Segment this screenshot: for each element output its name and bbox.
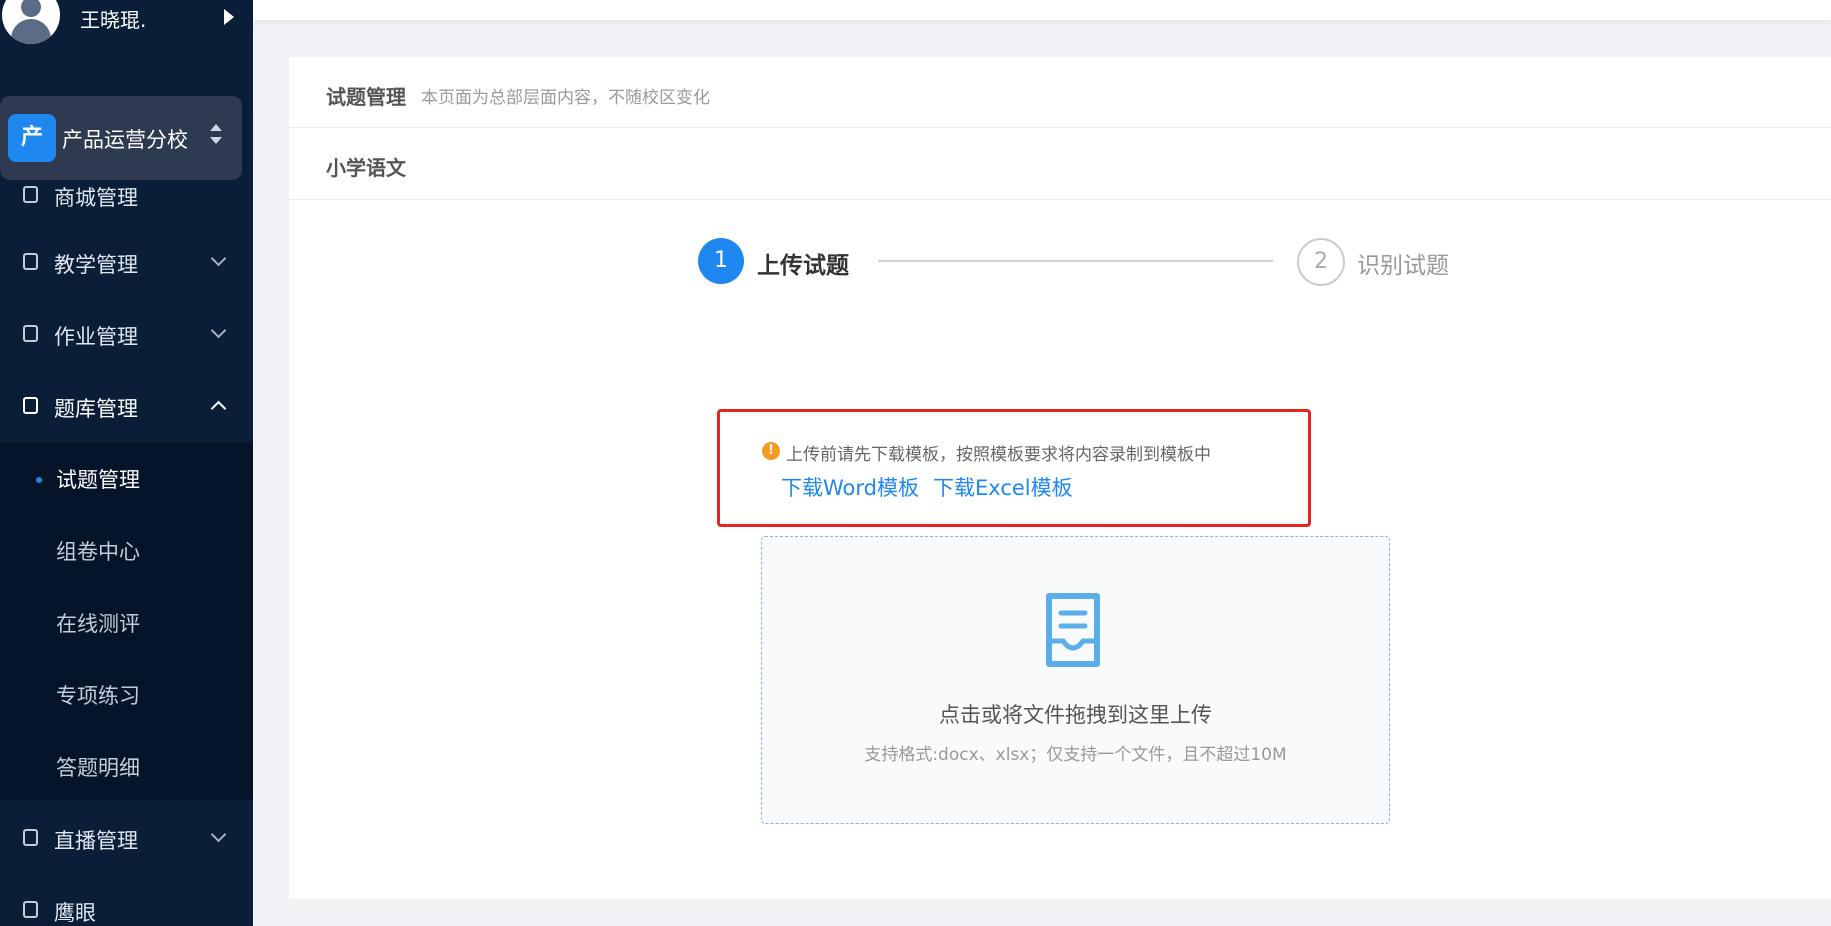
chevron-down-icon [210,826,227,843]
sidebar-item-eagle-eye[interactable]: 鹰眼 [0,875,253,926]
main-card: 试题管理 本页面为总部层面内容，不随校区变化 小学语文 1 上传试题 2 识别试… [289,57,1831,899]
sidebar-item-label: 组卷中心 [56,540,140,564]
sidebar-item-special-practice[interactable]: 专项练习 [0,658,253,730]
sidebar-item-label: 鹰眼 [54,901,96,925]
step-1-number: 1 [698,238,744,284]
sidebar-item-paper-center[interactable]: 组卷中心 [0,514,253,586]
homework-icon [23,325,38,342]
sidebar-item-question-management[interactable]: 试题管理 [0,442,253,514]
campus-name: 产品运营分校 [62,128,188,152]
campus-switcher[interactable]: 产 产品运营分校 [0,96,242,180]
sidebar-item-label: 专项练习 [56,684,140,708]
chevron-down-icon [210,322,227,339]
user-profile[interactable]: 王晓琨. [0,0,253,44]
live-icon [23,829,38,846]
step-1-label: 上传试题 [757,253,849,279]
template-notice: ! 上传前请先下载模板，按照模板要求将内容录制到模板中 下载Word模板 下载E… [717,409,1311,527]
user-name: 王晓琨. [80,8,147,32]
sidebar-item-live[interactable]: 直播管理 [0,803,253,875]
chevron-down-icon [210,250,227,267]
page-title: 试题管理 [326,85,406,109]
download-word-template-link[interactable]: 下载Word模板 [781,472,919,502]
upload-instruction: 点击或将文件拖拽到这里上传 [939,703,1212,727]
sidebar-item-label: 答题明细 [56,756,140,780]
campus-badge: 产 [8,114,56,162]
document-upload-icon [1046,593,1100,667]
notice-text: 上传前请先下载模板，按照模板要求将内容录制到模板中 [786,445,1211,465]
upload-dropzone[interactable]: 点击或将文件拖拽到这里上传 支持格式:docx、xlsx；仅支持一个文件，且不超… [761,536,1390,824]
sidebar-item-answer-details[interactable]: 答题明细 [0,730,253,802]
question-bank-submenu: 试题管理 组卷中心 在线测评 专项练习 答题明细 [0,442,253,800]
question-bank-icon [23,397,38,414]
mall-icon [23,186,38,203]
upload-hint: 支持格式:docx、xlsx；仅支持一个文件，且不超过10M [864,745,1287,765]
sidebar-item-homework[interactable]: 作业管理 [0,299,253,371]
warning-icon: ! [762,442,780,460]
subject-label: 小学语文 [326,156,406,180]
sidebar-item-teaching[interactable]: 教学管理 [0,227,253,299]
sidebar-item-label: 在线测评 [56,612,140,636]
page-description: 本页面为总部层面内容，不随校区变化 [421,88,710,108]
sidebar-item-label: 作业管理 [54,325,138,349]
download-excel-template-link[interactable]: 下载Excel模板 [933,472,1073,502]
sidebar-item-label: 教学管理 [54,253,138,277]
active-dot-icon [36,477,42,483]
page-header: 试题管理 本页面为总部层面内容，不随校区变化 [289,57,1831,128]
eagle-eye-icon [23,901,38,918]
sort-icon[interactable] [210,124,222,148]
sidebar-item-online-assessment[interactable]: 在线测评 [0,586,253,658]
subject-row: 小学语文 [289,128,1831,200]
teaching-icon [23,253,38,270]
chevron-up-icon [210,400,227,417]
caret-right-icon[interactable] [224,9,234,25]
top-bar [253,0,1831,20]
avatar[interactable] [2,0,60,44]
sidebar-item-label: 商城管理 [54,186,138,210]
step-connector [878,260,1273,262]
sidebar-item-label: 直播管理 [54,829,138,853]
sidebar-item-question-bank[interactable]: 题库管理 [0,371,253,443]
step-2-label: 识别试题 [1357,253,1449,279]
sidebar-item-label: 试题管理 [56,468,140,492]
sidebar: 王晓琨. 商城管理 产 产品运营分校 教学管理 作业管理 题库管理 试题管理 组… [0,0,253,926]
step-2-number: 2 [1297,238,1345,286]
sidebar-item-label: 题库管理 [54,397,138,421]
